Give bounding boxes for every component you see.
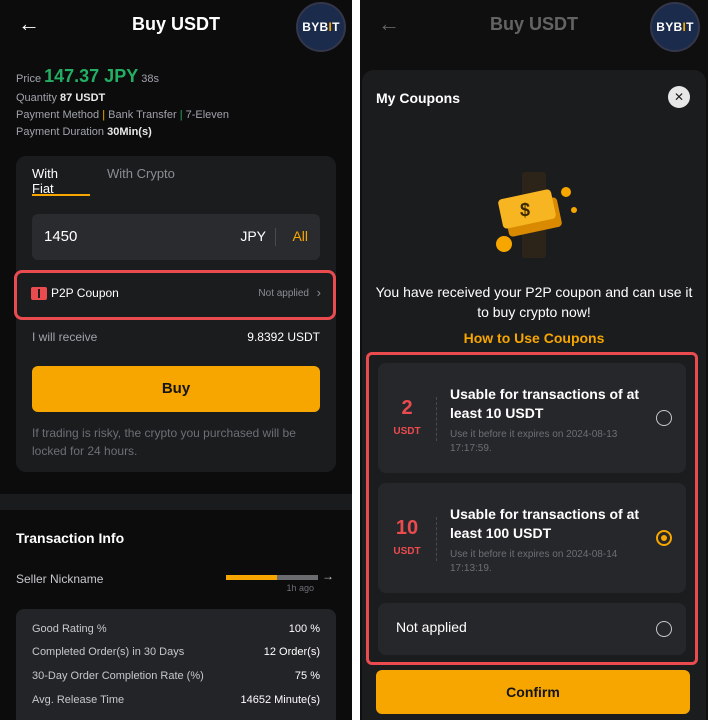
coupon-ticket-icon <box>31 287 47 300</box>
all-button[interactable]: All <box>292 228 308 244</box>
coupon-tickets-illustration: $ <box>496 172 577 258</box>
stat-value: 14652 Minute(s) <box>240 694 321 706</box>
not-applied-radio[interactable] <box>656 621 672 637</box>
payment-marker-2: | <box>179 109 183 121</box>
buy-screen: ← Buy USDT BYBIT Price 147.37 JPY 38s Qu… <box>0 0 352 720</box>
tab-with-fiat[interactable]: With Fiat <box>32 166 58 196</box>
not-applied-label: Not applied <box>396 619 467 635</box>
transaction-info-title: Transaction Info <box>16 530 125 546</box>
coupon-radio[interactable] <box>656 410 672 426</box>
buy-button[interactable]: Buy <box>32 366 320 412</box>
amount-input[interactable]: 1450 JPY All <box>32 214 320 260</box>
coin-icon <box>496 236 512 252</box>
price-line: Price 147.37 JPY 38s <box>16 66 159 87</box>
coupon-amount-unit: USDT <box>393 426 421 437</box>
quantity-label: Quantity <box>16 92 57 104</box>
arrow-right-icon[interactable]: → <box>322 569 334 583</box>
coin-icon <box>571 207 577 213</box>
seller-progress-fill <box>226 575 277 580</box>
logo-text-b: T <box>686 20 694 34</box>
coupon-description: Usable for transactions of at least 100 … <box>450 506 640 541</box>
quantity-line: Quantity 87 USDT <box>16 92 105 104</box>
p2p-coupon-row[interactable]: P2P Coupon Not applied › <box>14 270 336 320</box>
tab-underline <box>32 194 90 196</box>
price-countdown: 38s <box>141 73 160 85</box>
payment-marker-1: | <box>102 109 106 121</box>
stat-value: 100 % <box>288 623 320 635</box>
stat-value: 12 Order(s) <box>263 646 320 658</box>
stat-label: Avg. Release Time <box>32 694 125 706</box>
coupon-amount-number: 10 <box>395 517 419 539</box>
coupon-label: P2P Coupon <box>51 286 119 300</box>
not-applied-option[interactable]: Not applied <box>378 603 686 655</box>
coupon-expiry: Use it before it expires on 2024-08-14 1… <box>450 549 618 574</box>
payment-method-line: Payment Method | Bank Transfer | 7-Eleve… <box>16 109 229 121</box>
seller-nickname-label: Seller Nickname <box>16 572 104 586</box>
seller-progress-bar <box>226 575 318 580</box>
payment-method-1: Bank Transfer <box>108 109 177 121</box>
receive-value: 9.8392 USDT <box>247 330 320 344</box>
dollar-icon: $ <box>520 200 530 220</box>
logo-text-a: BYB <box>302 20 329 34</box>
duration-label: Payment Duration <box>16 126 105 138</box>
coin-icon <box>561 187 571 197</box>
payment-label: Payment Method <box>16 109 100 121</box>
logo-text-a: BYB <box>656 20 683 34</box>
coupon-amount: 10 USDT <box>378 517 436 557</box>
coupons-screen: ← Buy USDT BYBIT My Coupons ✕ $ You have… <box>360 0 708 720</box>
price-value: 147.37 JPY <box>44 66 139 86</box>
duration-line: Payment Duration 30Min(s) <box>16 126 152 138</box>
header: ← Buy USDT BYBIT <box>0 0 352 52</box>
payment-method-2: 7-Eleven <box>185 109 230 121</box>
how-to-use-link[interactable]: How to Use Coupons <box>362 330 706 346</box>
amount-divider <box>275 228 276 246</box>
stat-row: Completed Order(s) in 30 Days 12 Order(s… <box>32 646 320 662</box>
price-label: Price <box>16 73 42 85</box>
confirm-button[interactable]: Confirm <box>376 670 690 714</box>
bybit-logo: BYBIT <box>296 2 346 52</box>
amount-currency: JPY <box>240 228 266 244</box>
receive-label: I will receive <box>32 330 98 344</box>
amount-value[interactable]: 1450 <box>44 228 77 245</box>
stat-row: 30-Day Order Completion Rate (%) 75 % <box>32 670 320 686</box>
coupon-expiry: Use it before it expires on 2024-08-13 1… <box>450 429 618 454</box>
seller-last-seen: 1h ago <box>286 583 314 593</box>
stat-label: 30-Day Order Completion Rate (%) <box>32 670 204 682</box>
bybit-logo: BYBIT <box>650 2 700 52</box>
tab-with-crypto[interactable]: With Crypto <box>107 166 175 181</box>
coupon-message: You have received your P2P coupon and ca… <box>375 284 693 320</box>
section-divider <box>0 494 352 510</box>
stat-value: 75 % <box>294 670 320 682</box>
stat-row: Good Rating % 100 % <box>32 623 320 639</box>
coupon-amount: 2 USDT <box>378 397 436 437</box>
coupon-radio[interactable] <box>656 530 672 546</box>
quantity-value: 87 USDT <box>60 92 106 104</box>
coupon-options-box: 2 USDT Usable for transactions of at lea… <box>366 352 698 665</box>
stats-card: Good Rating % 100 % Completed Order(s) i… <box>16 609 336 720</box>
coupon-amount-number: 2 <box>401 397 413 419</box>
chevron-right-icon: › <box>316 285 321 300</box>
trade-card: With Fiat With Crypto 1450 JPY All P2P C… <box>14 156 336 472</box>
coupon-card[interactable]: 10 USDT Usable for transactions of at le… <box>378 483 686 593</box>
stat-label: Completed Order(s) in 30 Days <box>32 646 185 658</box>
coupon-divider <box>436 397 437 441</box>
logo-text-b: T <box>332 20 340 34</box>
coupon-divider <box>436 517 437 561</box>
coupon-card[interactable]: 2 USDT Usable for transactions of at lea… <box>378 363 686 473</box>
duration-value: 30Min(s) <box>107 126 152 138</box>
close-icon[interactable]: ✕ <box>668 86 690 108</box>
stat-row: Avg. Release Time 14652 Minute(s) <box>32 694 320 710</box>
coupon-status: Not applied <box>258 288 309 299</box>
coupon-description: Usable for transactions of at least 10 U… <box>450 386 640 421</box>
sheet-title: My Coupons <box>376 90 460 106</box>
risk-note: If trading is risky, the crypto you purc… <box>32 426 296 458</box>
coupon-amount-unit: USDT <box>393 546 421 557</box>
stat-label: Good Rating % <box>32 623 107 635</box>
